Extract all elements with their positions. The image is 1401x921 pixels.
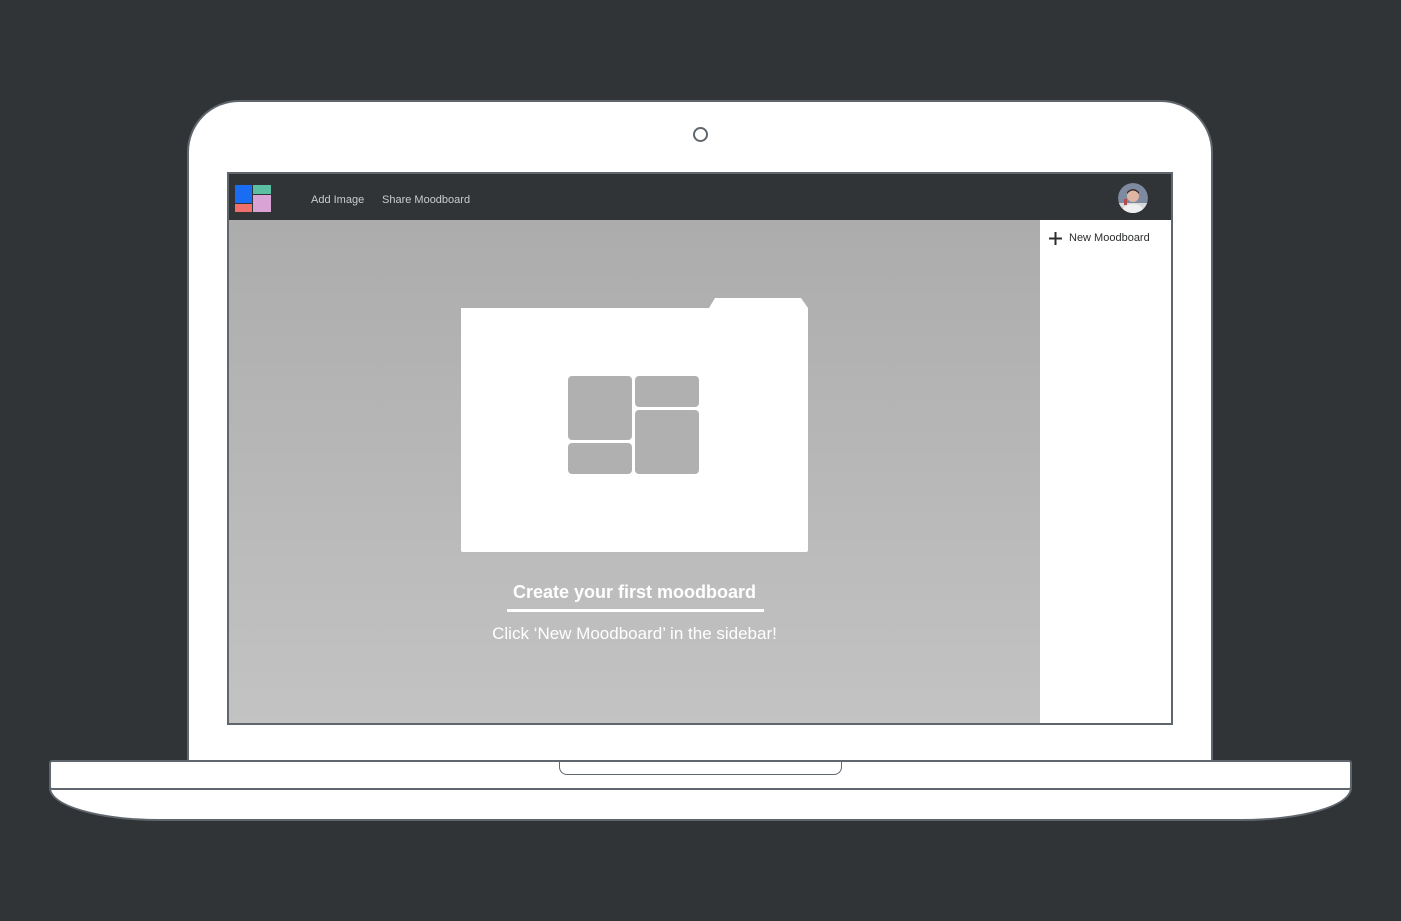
laptop-notch <box>559 762 842 775</box>
avatar-icon <box>1118 183 1148 213</box>
share-moodboard-link[interactable]: Share Moodboard <box>382 194 470 206</box>
moodboard-logo-icon[interactable] <box>235 185 271 212</box>
empty-state-title: Create your first moodboard <box>512 582 757 602</box>
sidebar: New Moodboard <box>1040 220 1171 723</box>
title-underline <box>507 609 764 612</box>
user-avatar[interactable] <box>1118 183 1148 213</box>
plus-icon <box>1049 231 1062 245</box>
new-moodboard-label: New Moodboard <box>1069 232 1150 244</box>
laptop-base <box>49 788 1352 821</box>
new-moodboard-button[interactable]: New Moodboard <box>1048 230 1150 246</box>
empty-state-subtitle: Click ‘New Moodboard’ in the sidebar! <box>492 624 777 643</box>
folder-grid-icon <box>461 298 808 552</box>
top-navbar: Add Image Share Moodboard <box>229 174 1171 220</box>
app-screen: Add Image Share Moodboard Create your fi… <box>227 172 1173 725</box>
main-canvas: Create your first moodboard Click ‘New M… <box>229 220 1040 723</box>
add-image-link[interactable]: Add Image <box>311 194 364 206</box>
camera-icon <box>693 127 708 142</box>
